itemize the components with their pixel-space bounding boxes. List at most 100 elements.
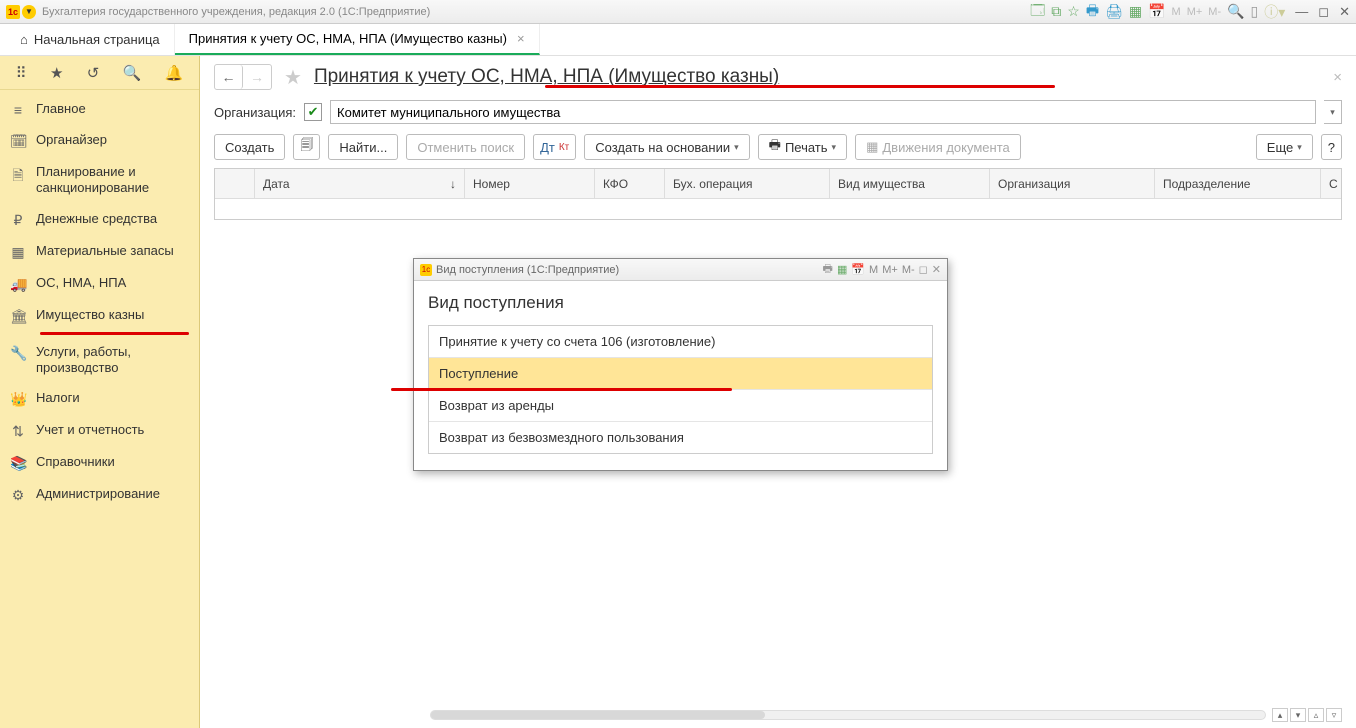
tb-icon[interactable]: 🖨 xyxy=(1105,3,1123,20)
org-checkbox[interactable]: ✔ xyxy=(304,103,322,121)
history-icon[interactable]: ↺ xyxy=(87,64,100,82)
th-end[interactable]: С xyxy=(1321,169,1341,198)
maximize-icon[interactable]: ◻ xyxy=(1318,4,1329,20)
sidebar-item-label: Администрирование xyxy=(36,486,160,502)
th-op[interactable]: Бух. операция xyxy=(665,169,830,198)
sidebar-item[interactable]: 🗓Органайзер xyxy=(0,125,199,157)
sidebar-item[interactable]: ₽Денежные средства xyxy=(0,204,199,236)
apps-icon[interactable]: ⠿ xyxy=(16,64,27,82)
m-plus-label[interactable]: M+ xyxy=(1187,6,1203,18)
tb-icon[interactable]: ☆ xyxy=(1067,3,1080,20)
sidebar-item[interactable]: 📚Справочники xyxy=(0,447,199,479)
sidebar-item[interactable]: ⇅ Учет и отчетность xyxy=(0,415,199,447)
data-table: Дата↓ Номер КФО Бух. операция Вид имущес… xyxy=(214,168,1342,220)
tab-label: Принятия к учету ОС, НМА, НПА (Имущество… xyxy=(189,31,507,46)
sidebar-item-label: Материальные запасы xyxy=(36,243,174,259)
th-date[interactable]: Дата↓ xyxy=(255,169,465,198)
sidebar-item[interactable]: 🔧Услуги, работы, производство xyxy=(0,337,199,384)
sidebar-item[interactable]: 🏛Имущество казны xyxy=(0,300,199,332)
print-button[interactable]: 🖶 Печать ▾ xyxy=(758,134,847,160)
panels-icon[interactable]: ▯ xyxy=(1251,3,1259,20)
scroll-down-icon[interactable]: ▾ xyxy=(1290,708,1306,722)
calendar-icon[interactable]: 📅 xyxy=(1148,3,1165,20)
th-pod[interactable]: Подразделение xyxy=(1155,169,1321,198)
zoom-icon[interactable]: 🔍 xyxy=(1227,3,1244,20)
horizontal-scrollbar[interactable]: ▴ ▾ ▵ ▿ xyxy=(430,708,1342,722)
calc-icon[interactable]: ▦ xyxy=(1129,3,1142,20)
dialog-list-item[interactable]: Возврат из аренды xyxy=(429,390,932,422)
find-button[interactable]: Найти... xyxy=(328,134,398,160)
tab-home[interactable]: ⌂ Начальная страница xyxy=(6,24,175,55)
th-num[interactable]: Номер xyxy=(465,169,595,198)
sidebar-item-icon: 📚 xyxy=(10,455,26,472)
dlg-min-icon[interactable]: ◻ xyxy=(919,263,928,276)
nav-forward-button[interactable]: → xyxy=(243,65,271,89)
close-icon[interactable]: ✕ xyxy=(1339,4,1350,20)
sidebar-item-label: Услуги, работы, производство xyxy=(36,344,189,377)
tb-icon[interactable]: ⧉ xyxy=(1051,3,1061,20)
sidebar-item-icon: ⇅ xyxy=(10,423,26,440)
app-menu-dropdown-icon[interactable]: ▼ xyxy=(22,5,36,19)
sidebar-item-label: ОС, НМА, НПА xyxy=(36,275,126,291)
dlg-m-minus[interactable]: M- xyxy=(902,264,915,276)
org-dropdown-icon[interactable]: ▾ xyxy=(1324,100,1342,124)
tb-icon[interactable]: 🖶 xyxy=(1086,0,1099,24)
dlg-close-icon[interactable]: ✕ xyxy=(932,263,941,276)
sidebar-item-label: Учет и отчетность xyxy=(36,422,144,438)
dlg-m-plus[interactable]: M+ xyxy=(882,264,898,276)
scroll-down2-icon[interactable]: ▿ xyxy=(1326,708,1342,722)
dialog-list-item[interactable]: Возврат из безвозмездного пользования xyxy=(429,422,932,453)
tab-active[interactable]: Принятия к учету ОС, НМА, НПА (Имущество… xyxy=(175,24,540,55)
th-marker[interactable] xyxy=(215,169,255,198)
help-button[interactable]: ? xyxy=(1321,134,1342,160)
dlg-m[interactable]: M xyxy=(869,264,878,276)
scroll-up2-icon[interactable]: ▵ xyxy=(1308,708,1324,722)
sidebar-item[interactable]: 👑Налоги xyxy=(0,383,199,415)
sidebar-item-label: Органайзер xyxy=(36,132,107,148)
m-label[interactable]: M xyxy=(1172,6,1181,18)
org-value: Комитет муниципального имущества xyxy=(337,105,560,120)
dlg-cal-icon[interactable]: 📅 xyxy=(851,263,865,276)
sidebar-item[interactable]: 🚚 ОС, НМА, НПА xyxy=(0,268,199,300)
search-icon[interactable]: 🔍 xyxy=(123,64,142,82)
nav-back-button[interactable]: ← xyxy=(215,65,243,89)
star-icon[interactable]: ★ xyxy=(50,64,63,82)
minimize-icon[interactable]: — xyxy=(1295,4,1308,19)
dk-button[interactable]: ДтКт xyxy=(533,134,576,160)
scroll-up-icon[interactable]: ▴ xyxy=(1272,708,1288,722)
dialog-list-item[interactable]: Принятие к учету со счета 106 (изготовле… xyxy=(429,326,932,358)
org-input[interactable]: Комитет муниципального имущества xyxy=(330,100,1316,124)
sidebar-item[interactable]: ▦Материальные запасы xyxy=(0,236,199,268)
org-label: Организация: xyxy=(214,105,296,120)
th-org[interactable]: Организация xyxy=(990,169,1155,198)
create-button[interactable]: Создать xyxy=(214,134,285,160)
m-minus-label[interactable]: M- xyxy=(1208,6,1221,18)
sidebar-item-icon: ₽ xyxy=(10,212,26,229)
create-based-button[interactable]: Создать на основании ▾ xyxy=(584,134,749,160)
annotation-line xyxy=(391,388,732,391)
dlg-calc-icon[interactable]: ▦ xyxy=(837,263,847,276)
sidebar-item-icon: 👑 xyxy=(10,391,26,408)
dlg-icon[interactable]: 🖶 xyxy=(823,260,833,279)
favorite-star-icon[interactable]: ★ xyxy=(284,65,302,90)
info-icon[interactable]: ⓘ▾ xyxy=(1264,2,1285,22)
tab-close-icon[interactable]: × xyxy=(517,31,525,46)
tabs-bar: ⌂ Начальная страница Принятия к учету ОС… xyxy=(0,24,1356,56)
th-vid[interactable]: Вид имущества xyxy=(830,169,990,198)
bell-icon[interactable]: 🔔 xyxy=(165,64,184,82)
sidebar-item[interactable]: ⚙Администрирование xyxy=(0,479,199,511)
table-body[interactable] xyxy=(215,199,1341,219)
movements-button[interactable]: ▦ Движения документа xyxy=(855,134,1021,160)
more-button[interactable]: Еще ▾ xyxy=(1256,134,1313,160)
th-kfo[interactable]: КФО xyxy=(595,169,665,198)
tb-icon[interactable]: 🗔 xyxy=(1030,0,1045,24)
copy-button[interactable]: 🗐 xyxy=(293,134,320,160)
cancel-search-button[interactable]: Отменить поиск xyxy=(406,134,525,160)
sidebar-item-icon: 🚚 xyxy=(10,276,26,293)
page-close-icon[interactable]: × xyxy=(1333,69,1342,86)
dialog-list: Принятие к учету со счета 106 (изготовле… xyxy=(428,325,933,454)
sidebar-item-icon: 🏛 xyxy=(10,308,26,325)
sidebar-item[interactable]: 🗎Планирование и санкционирование xyxy=(0,157,199,204)
sidebar-item[interactable]: ≡Главное xyxy=(0,94,199,125)
dialog-list-item[interactable]: Поступление xyxy=(429,358,932,390)
